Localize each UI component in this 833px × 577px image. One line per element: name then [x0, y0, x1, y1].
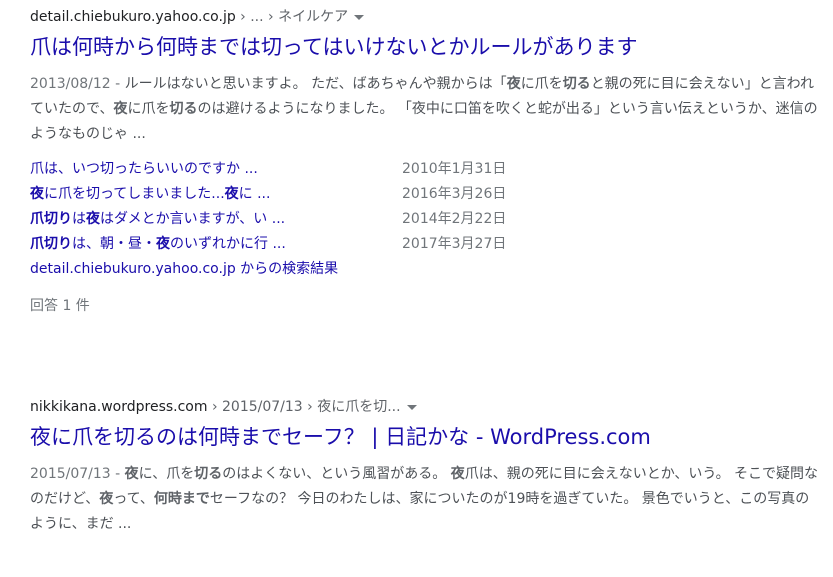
sub-result-row: 爪切りは、朝・昼・夜のいずれかに行 ... 2017年3月27日 [30, 232, 820, 257]
snippet-text: って、 [113, 491, 154, 507]
sub-result-link[interactable]: 夜に爪を切ってしまいました...夜に ... [30, 182, 402, 207]
answer-count: 回答 1 件 [30, 298, 90, 314]
link-text: に爪を切ってしまいました... [44, 186, 225, 202]
breadcrumb-domain: nikkikana.wordpress.com [30, 399, 208, 415]
snippet-highlight: 切る [194, 466, 223, 482]
snippet-highlight: 夜 [450, 466, 465, 482]
sub-result-date: 2014年2月22日 [402, 211, 507, 227]
snippet-text: に爪を [520, 76, 563, 92]
snippet-highlight: 夜 [99, 491, 114, 507]
sub-result-link[interactable]: 爪切りは、朝・昼・夜のいずれかに行 ... [30, 232, 402, 257]
snippet-text: に、爪を [138, 466, 195, 482]
sub-result-row: 夜に爪を切ってしまいました...夜に ... 2016年3月26日 [30, 182, 820, 207]
link-highlight: 爪切り [30, 236, 72, 252]
link-text: のいずれかに行 ... [170, 236, 286, 252]
breadcrumb-separator: › [207, 399, 223, 415]
result-snippet: 2015/07/13 - 夜に、爪を切るのはよくない、という風習がある。 夜爪は… [30, 462, 820, 537]
search-result-1: detail.chiebukuro.yahoo.co.jp › ... › ネイ… [30, 6, 820, 319]
link-text: に ... [238, 186, 271, 202]
sub-result-row: 爪は、いつ切ったらいいのですか ... 2010年1月31日 [30, 157, 820, 182]
snippet-text: に爪を [127, 101, 170, 117]
dropdown-arrow-icon[interactable] [406, 404, 417, 410]
sub-result-link[interactable]: 爪は、いつ切ったらいいのですか ... [30, 157, 402, 182]
link-text: はダメとか言いますが、い ... [100, 211, 286, 227]
result-title-link[interactable]: 夜に爪を切るのは何時までセーフ？ | 日記かな - WordPress.com [30, 422, 820, 452]
link-text: は [72, 211, 86, 227]
snippet-highlight: 夜 [506, 76, 521, 92]
snippet-text: ルールはないと思いますよ。 ただ、ばあちゃんや親からは「 [124, 76, 507, 92]
snippet-highlight: 切る [169, 101, 198, 117]
snippet-date: 2013/08/12 - [30, 76, 125, 92]
result-breadcrumb[interactable]: detail.chiebukuro.yahoo.co.jp › ... › ネイ… [30, 6, 820, 28]
more-results-link[interactable]: detail.chiebukuro.yahoo.co.jp からの検索結果 [30, 257, 820, 282]
snippet-highlight: 何時まで [153, 491, 210, 507]
sub-result-date: 2017年3月27日 [402, 236, 507, 252]
link-highlight: 爪切り [30, 211, 72, 227]
breadcrumb-separator: › ... › [235, 9, 279, 25]
link-highlight: 夜 [224, 186, 239, 202]
sub-result-date: 2010年1月31日 [402, 161, 507, 177]
sub-result-row: 爪切りは夜はダメとか言いますが、い ... 2014年2月22日 [30, 207, 820, 232]
breadcrumb-domain: detail.chiebukuro.yahoo.co.jp [30, 9, 236, 25]
breadcrumb-path: 2015/07/13 › 夜に爪を切... [222, 399, 401, 415]
result-title-link[interactable]: 爪は何時から何時までは切ってはいけないとかルールがあります [30, 32, 820, 62]
snippet-date: 2015/07/13 - [30, 466, 125, 482]
link-highlight: 夜 [86, 211, 100, 227]
snippet-highlight: 切る [562, 76, 591, 92]
sub-result-link[interactable]: 爪切りは夜はダメとか言いますが、い ... [30, 207, 402, 232]
snippet-highlight: 夜 [113, 101, 128, 117]
breadcrumb-path: ネイルケア [278, 9, 349, 25]
sub-results-list: 爪は、いつ切ったらいいのですか ... 2010年1月31日 夜に爪を切ってしまいま… [30, 157, 820, 257]
link-highlight: 夜 [30, 186, 44, 202]
link-text: 爪は、いつ切ったらいいのですか ... [30, 161, 258, 177]
snippet-highlight: 夜 [124, 466, 139, 482]
link-text: は、朝・昼・ [72, 236, 156, 252]
sub-result-date: 2016年3月26日 [402, 186, 507, 202]
dropdown-arrow-icon[interactable] [354, 14, 365, 20]
search-result-2: nikkikana.wordpress.com › 2015/07/13 › 夜… [30, 396, 820, 537]
link-highlight: 夜 [156, 236, 170, 252]
result-breadcrumb[interactable]: nikkikana.wordpress.com › 2015/07/13 › 夜… [30, 396, 820, 418]
result-snippet: 2013/08/12 - ルールはないと思いますよ。 ただ、ばあちゃんや親からは… [30, 72, 820, 147]
snippet-text: のはよくない、という風習がある。 [222, 466, 451, 482]
